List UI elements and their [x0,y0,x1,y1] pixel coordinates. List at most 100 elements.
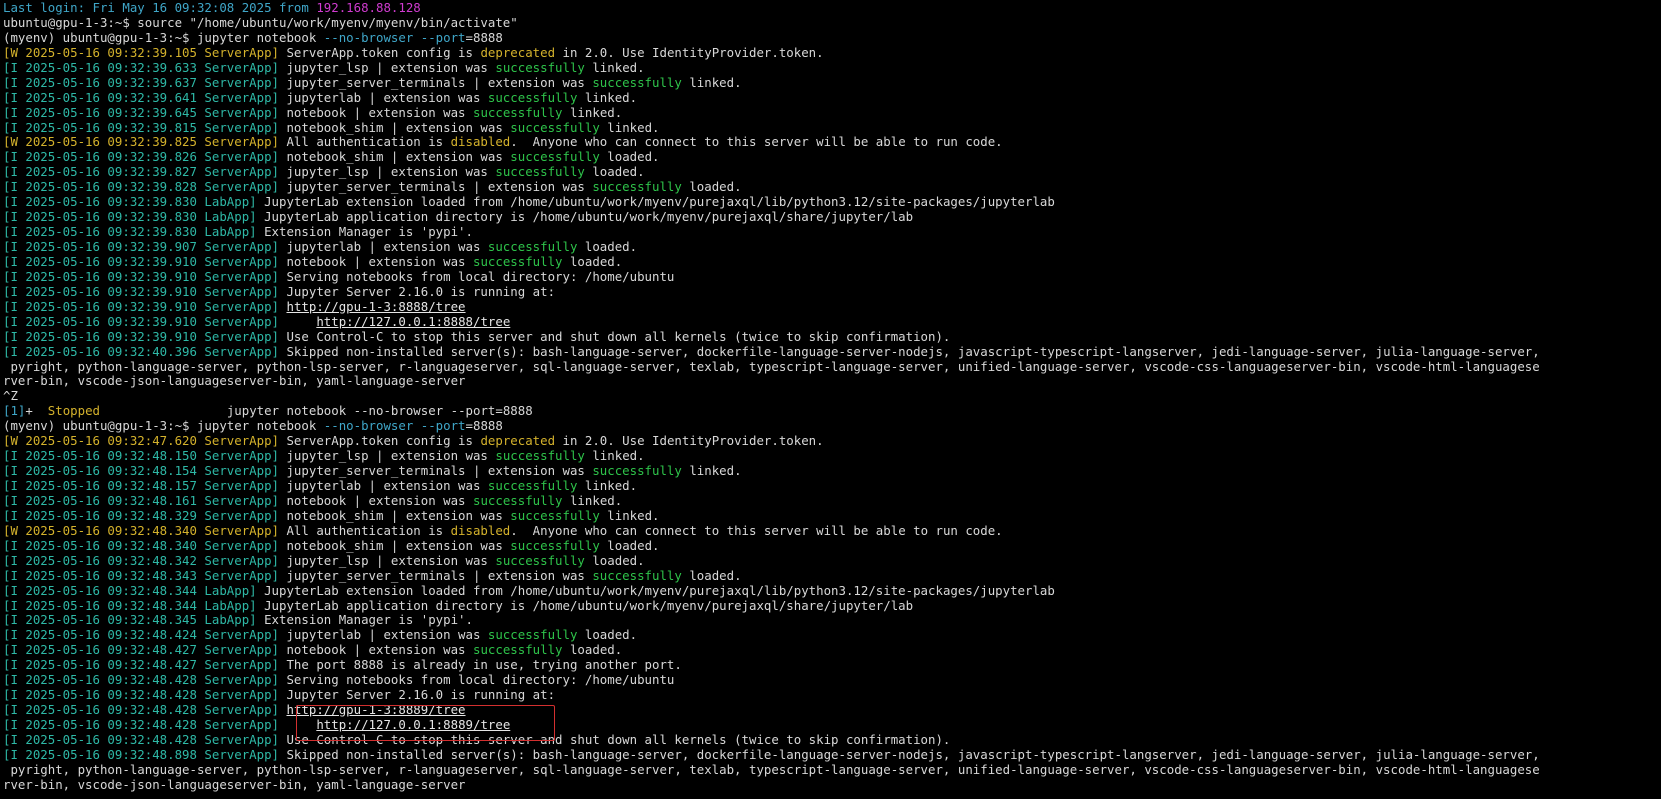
terminal-text: notebook | extension was [279,492,473,508]
terminal-text: [I 2025-05-16 09:32:48.428 ServerApp] [3,672,280,688]
terminal-text: linked. [681,74,742,90]
terminal-text: Skipped non-installed server(s): bash-la… [279,746,1540,762]
terminal-text: successfully [487,478,578,493]
terminal-line: [W 2025-05-16 09:32:39.825 ServerApp] Al… [3,134,1661,150]
terminal-text: JupyterLab extension loaded from /home/u… [256,582,1055,598]
terminal-text: [1] [3,403,26,419]
terminal-text: All authentication is [279,522,451,538]
terminal-line: rver-bin, vscode-json-languageserver-bin… [3,373,1661,389]
terminal-text: loaded. [577,239,638,254]
terminal-text: Jupyter Server 2.16.0 is running at: [279,687,556,703]
terminal-line: [I 2025-05-16 09:32:39.910 ServerApp] ht… [3,298,1661,315]
terminal-text: [W 2025-05-16 09:32:39.105 ServerApp] [3,44,280,60]
terminal-line: [I 2025-05-16 09:32:48.150 ServerApp] ju… [3,448,1661,464]
terminal-line: [I 2025-05-16 09:32:48.340 ServerApp] no… [3,537,1661,554]
terminal-text: [I 2025-05-16 09:32:48.428 ServerApp] [3,702,280,718]
terminal-text: [I 2025-05-16 09:32:48.329 ServerApp] [3,507,280,523]
terminal-text: successfully [495,164,585,180]
terminal-line: [I 2025-05-16 09:32:48.343 ServerApp] ju… [3,567,1661,584]
terminal-text: [I 2025-05-16 09:32:39.830 LabApp] [3,194,257,210]
terminal-line: [I 2025-05-16 09:32:48.154 ServerApp] ju… [3,463,1661,479]
terminal-line: (myenv) ubuntu@gpu-1-3:~$ jupyter notebo… [3,418,1661,434]
terminal-text: [I 2025-05-16 09:32:48.427 ServerApp] [3,657,280,673]
terminal-text: [I 2025-05-16 09:32:48.340 ServerApp] [3,537,280,553]
terminal-text: linked. [562,492,623,508]
terminal-text: linked. [584,448,645,464]
terminal-text: notebook_shim | extension was [279,149,511,165]
terminal-text: jupyter_server_terminals | extension was [279,179,593,195]
terminal-text: linked. [584,59,645,75]
terminal-text: jupyterlab | extension was [279,89,488,105]
terminal-text: . Anyone who can connect to this server … [510,522,1003,538]
terminal-line: ubuntu@gpu-1-3:~$ source "/home/ubuntu/w… [3,14,1661,31]
terminal-text: loaded. [681,179,742,195]
terminal-text: successfully [510,149,600,165]
terminal-text: jupyter_server_terminals | extension was [279,567,593,583]
terminal-text: [I 2025-05-16 09:32:48.161 ServerApp] [3,492,280,508]
terminal-line: [I 2025-05-16 09:32:48.427 ServerApp] Th… [3,657,1661,673]
terminal-text: All authentication is [279,134,451,150]
server-url-link[interactable]: http://127.0.0.1:8888/tree [316,314,510,329]
terminal-line: [I 2025-05-16 09:32:39.826 ServerApp] no… [3,149,1661,165]
server-url-link[interactable]: http://127.0.0.1:8889/tree [316,717,510,732]
terminal-line: [I 2025-05-16 09:32:39.907 ServerApp] ju… [3,239,1661,255]
terminal-text: (myenv) ubuntu@gpu-1-3:~$ jupyter notebo… [3,29,324,45]
terminal-text: notebook | extension was [279,642,473,658]
terminal-text: ^Z [3,388,18,404]
terminal-text: successfully [510,119,600,135]
terminal-line: [W 2025-05-16 09:32:47.620 ServerApp] Se… [3,433,1661,449]
terminal-line: [I 2025-05-16 09:32:48.898 ServerApp] Sk… [3,746,1661,763]
terminal-line: [W 2025-05-16 09:32:48.340 ServerApp] Al… [3,522,1661,539]
terminal-text: successfully [592,74,682,90]
terminal-line: (myenv) ubuntu@gpu-1-3:~$ jupyter notebo… [3,29,1661,46]
server-url-link[interactable]: http://gpu-1-3:8888/tree [286,299,465,314]
terminal-text: [I 2025-05-16 09:32:39.910 ServerApp] [3,298,280,314]
terminal-text: ServerApp.token config is [279,433,481,449]
terminal-text: notebook_shim | extension was [279,537,511,553]
terminal-text: disabled [450,134,511,150]
terminal-text: [I 2025-05-16 09:32:48.428 ServerApp] [3,717,280,732]
terminal-text: successfully [495,59,585,75]
terminal-text: deprecated [480,44,556,60]
terminal-text: successfully [495,552,585,568]
terminal-text: [I 2025-05-16 09:32:48.427 ServerApp] [3,642,280,658]
terminal-text: [I 2025-05-16 09:32:48.428 ServerApp] [3,687,280,703]
terminal-line: [I 2025-05-16 09:32:39.830 LabApp] Jupyt… [3,194,1661,210]
terminal-text: Serving notebooks from local directory: … [279,268,675,284]
terminal-window[interactable]: Last login: Fri May 16 09:32:08 2025 fro… [0,0,1661,799]
terminal-output: Last login: Fri May 16 09:32:08 2025 fro… [3,0,1661,793]
terminal-text: ubuntu@gpu-1-3:~$ source "/home/ubuntu/w… [3,14,518,30]
terminal-text: jupyterlab | extension was [279,478,488,493]
terminal-text: successfully [495,448,585,464]
terminal-text: . Anyone who can connect to this server … [510,134,1003,150]
terminal-line: [I 2025-05-16 09:32:48.329 ServerApp] no… [3,507,1661,524]
terminal-text: [W 2025-05-16 09:32:39.825 ServerApp] [3,134,280,150]
terminal-text: jupyter_lsp | extension was [279,164,496,180]
terminal-text: 192.168.88.128 [316,0,421,15]
terminal-text: =8888 [465,418,503,434]
terminal-text: [I 2025-05-16 09:32:40.396 ServerApp] [3,343,280,359]
terminal-text: successfully [592,567,682,583]
terminal-text: successfully [510,507,600,523]
terminal-text: JupyterLab extension loaded from /home/u… [256,194,1055,210]
terminal-text: successfully [510,537,600,553]
terminal-text: loaded. [599,149,660,165]
terminal-text: [I 2025-05-16 09:32:39.830 LabApp] [3,209,257,225]
terminal-text: [I 2025-05-16 09:32:39.827 ServerApp] [3,164,280,180]
terminal-text: [W 2025-05-16 09:32:47.620 ServerApp] [3,433,280,449]
terminal-line: [I 2025-05-16 09:32:48.428 ServerApp] Se… [3,672,1661,688]
terminal-line: [I 2025-05-16 09:32:48.342 ServerApp] ju… [3,552,1661,569]
terminal-text: [I 2025-05-16 09:32:48.424 ServerApp] [3,627,280,643]
terminal-line: [I 2025-05-16 09:32:39.910 ServerApp] Us… [3,329,1661,345]
terminal-text: Skipped non-installed server(s): bash-la… [279,343,1540,359]
terminal-line: [I 2025-05-16 09:32:39.910 ServerApp] no… [3,254,1661,270]
terminal-text: rver-bin, vscode-json-languageserver-bin… [3,373,466,389]
terminal-text: jupyter_lsp | extension was [279,448,496,464]
terminal-text: successfully [487,627,578,643]
server-url-link[interactable]: http://gpu-1-3:8889/tree [286,702,465,717]
terminal-text: [I 2025-05-16 09:32:48.345 LabApp] [3,612,257,628]
terminal-text: linked. [681,463,742,479]
terminal-cursor-line[interactable] [3,793,1661,799]
terminal-line: [W 2025-05-16 09:32:39.105 ServerApp] Se… [3,44,1661,61]
terminal-text: successfully [487,239,578,254]
